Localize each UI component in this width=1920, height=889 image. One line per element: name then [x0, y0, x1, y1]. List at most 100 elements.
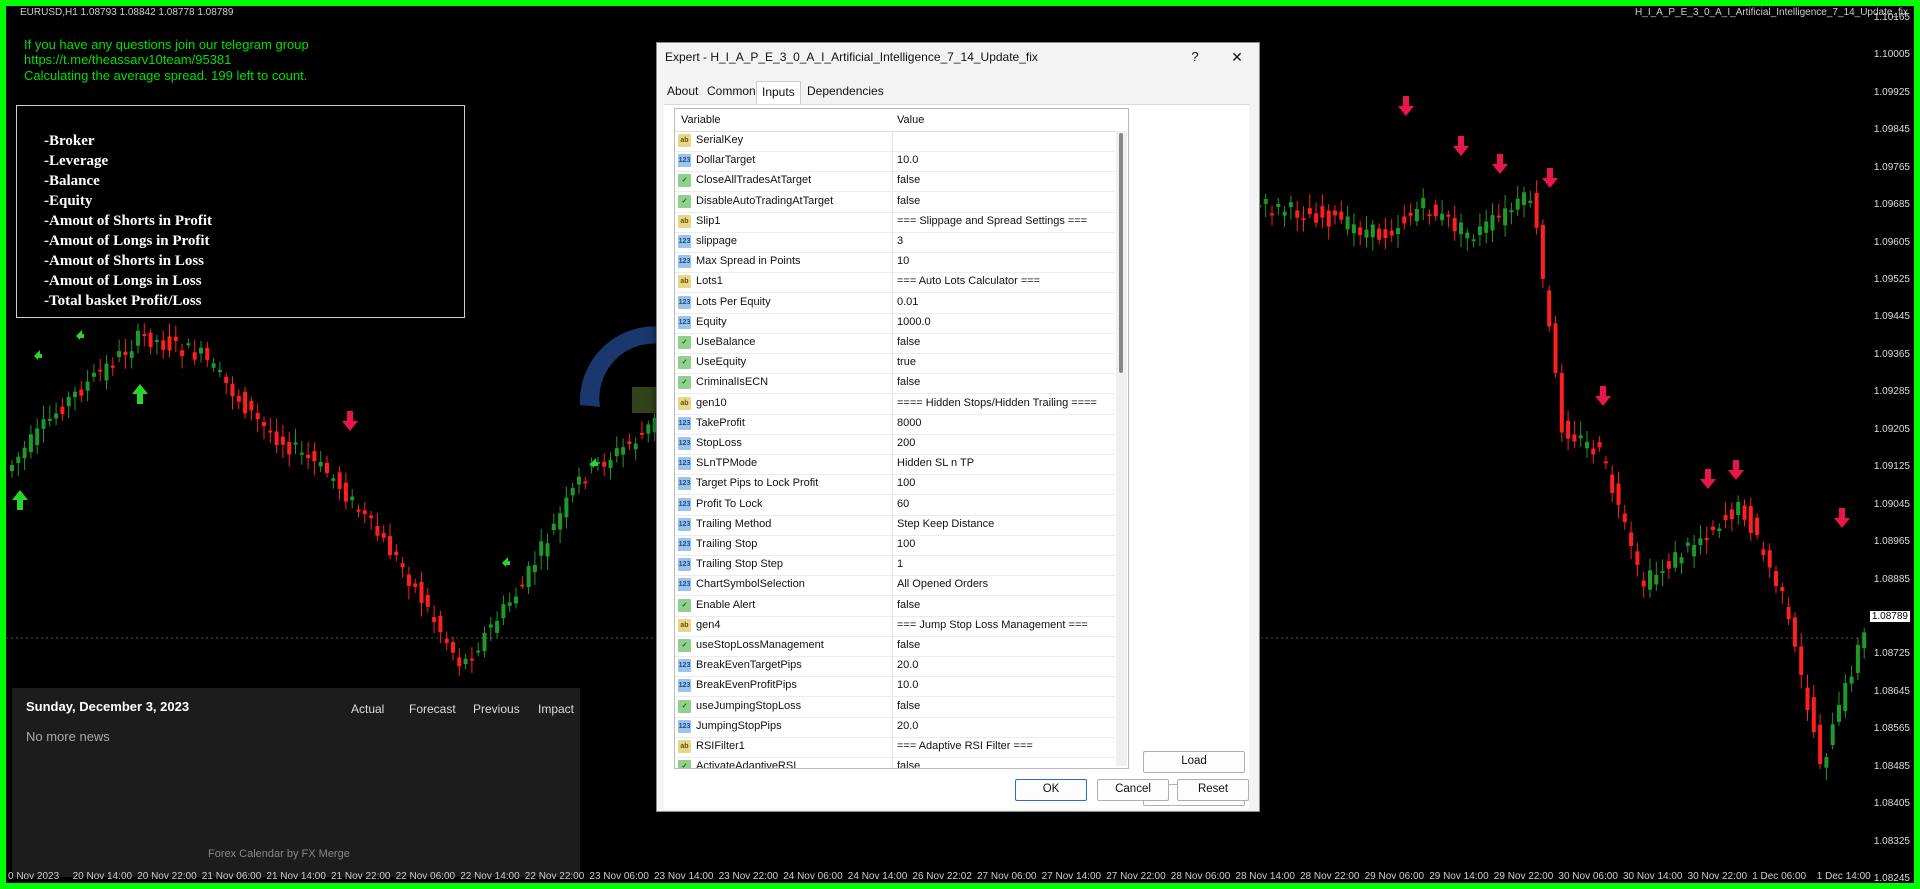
tab-dependencies[interactable]: Dependencies: [802, 81, 889, 103]
input-row[interactable]: 123 JumpingStopPips 20.0: [675, 716, 1115, 738]
input-row[interactable]: ✓ useStopLossManagement false: [675, 636, 1115, 657]
candle-body: [318, 461, 323, 467]
input-row[interactable]: 123 ChartSymbolSelection All Opened Orders: [675, 575, 1115, 597]
input-value[interactable]: === Auto Lots Calculator ===: [897, 275, 1040, 287]
candle-body: [1484, 221, 1489, 233]
candle-body: [1786, 606, 1791, 620]
candle-body: [1339, 211, 1344, 220]
price-label: 1.08565: [1873, 723, 1910, 735]
buy-arrow-icon: [132, 384, 148, 404]
input-value[interactable]: false: [897, 599, 920, 611]
input-row[interactable]: ✓ UseBalance false: [675, 333, 1115, 354]
input-row[interactable]: 123 SLnTPMode Hidden SL n TP: [675, 454, 1115, 476]
input-row[interactable]: 123 Equity 1000.0: [675, 312, 1115, 334]
column-variable[interactable]: Variable: [681, 114, 721, 126]
vertical-scrollbar[interactable]: [1116, 131, 1127, 766]
input-value[interactable]: === Jump Stop Loss Management ===: [897, 619, 1088, 631]
input-row[interactable]: ✓ ActivateAdaptiveRSI false: [675, 757, 1115, 768]
input-row[interactable]: 123 Lots Per Equity 0.01: [675, 292, 1115, 314]
input-variable-name: Lots Per Equity: [696, 295, 771, 308]
input-value[interactable]: false: [897, 700, 920, 712]
cancel-button[interactable]: Cancel: [1097, 779, 1169, 801]
input-row[interactable]: ab RSIFilter1 === Adaptive RSI Filter ===: [675, 737, 1115, 758]
load-button[interactable]: Load: [1143, 751, 1245, 773]
input-value[interactable]: 0.01: [897, 296, 918, 308]
input-row[interactable]: 123 slippage 3: [675, 232, 1115, 253]
help-button[interactable]: ?: [1185, 47, 1205, 67]
reset-button[interactable]: Reset: [1177, 779, 1249, 801]
input-row[interactable]: 123 TakeProfit 8000: [675, 413, 1115, 435]
input-row[interactable]: ✓ CriminalIsECN false: [675, 373, 1115, 395]
input-value[interactable]: ==== Hidden Stops/Hidden Trailing ====: [897, 397, 1097, 409]
inputs-table[interactable]: Variable Value ab SerialKey 123 DollarTarge…: [674, 108, 1129, 769]
candle-body: [1692, 545, 1697, 557]
candle-body: [1641, 580, 1646, 587]
input-row[interactable]: 123 Trailing Stop Step 1: [675, 555, 1115, 577]
input-row[interactable]: 123 Profit To Lock 60: [675, 494, 1115, 516]
input-value[interactable]: false: [897, 760, 920, 768]
input-row[interactable]: 123 Trailing Stop 100: [675, 535, 1115, 556]
input-row[interactable]: ✓ DisableAutoTradingAtTarget false: [675, 191, 1115, 213]
input-value[interactable]: false: [897, 639, 920, 651]
input-value[interactable]: true: [897, 356, 916, 368]
input-row[interactable]: 123 BreakEvenProfitPips 10.0: [675, 676, 1115, 698]
candle-body: [1629, 532, 1634, 546]
input-row[interactable]: ab gen10 ==== Hidden Stops/Hidden Trailing…: [675, 393, 1115, 415]
input-value[interactable]: 3: [897, 235, 903, 247]
close-icon[interactable]: ✕: [1226, 47, 1248, 67]
input-row[interactable]: 123 DollarTarget 10.0: [675, 151, 1115, 173]
input-row[interactable]: ✓ useJumpingStopLoss false: [675, 696, 1115, 718]
input-value[interactable]: false: [897, 174, 920, 186]
input-row[interactable]: 123 Target Pips to Lock Profit 100: [675, 474, 1115, 496]
input-row[interactable]: ab Lots1 === Auto Lots Calculator ===: [675, 272, 1115, 294]
scrollbar-thumb[interactable]: [1119, 133, 1123, 373]
input-value[interactable]: Step Keep Distance: [897, 518, 994, 530]
input-value[interactable]: === Adaptive RSI Filter ===: [897, 740, 1033, 752]
input-value[interactable]: 1000.0: [897, 316, 931, 328]
ok-button[interactable]: OK: [1015, 779, 1087, 801]
input-value[interactable]: 1: [897, 558, 903, 570]
tab-about[interactable]: About: [662, 81, 703, 103]
input-value[interactable]: 200: [897, 437, 915, 449]
input-row[interactable]: ab gen4 === Jump Stop Loss Management ===: [675, 615, 1115, 637]
input-row[interactable]: ab SerialKey: [675, 131, 1115, 152]
candle-body: [41, 419, 46, 429]
input-value[interactable]: false: [897, 376, 920, 388]
input-row[interactable]: 123 BreakEvenTargetPips 20.0: [675, 656, 1115, 678]
input-row[interactable]: ✓ UseEquity true: [675, 353, 1115, 375]
input-row[interactable]: 123 StopLoss 200: [675, 434, 1115, 455]
tab-common[interactable]: Common: [702, 81, 761, 103]
input-row[interactable]: ✓ CloseAllTradesAtTarget false: [675, 171, 1115, 193]
input-value[interactable]: false: [897, 195, 920, 207]
candle-body: [640, 432, 644, 435]
input-variable-name: Trailing Method: [696, 517, 772, 530]
input-variable-name: Slip1: [696, 214, 721, 227]
input-value[interactable]: 100: [897, 477, 915, 489]
input-value[interactable]: 100: [897, 538, 915, 550]
candle-body: [1364, 229, 1369, 238]
input-value[interactable]: 10: [897, 255, 909, 267]
input-value[interactable]: false: [897, 336, 920, 348]
price-label: 1.08725: [1873, 648, 1910, 660]
input-row[interactable]: ab Slip1 === Slippage and Spread Settings …: [675, 211, 1115, 233]
column-divider: [892, 514, 893, 535]
input-value[interactable]: 20.0: [897, 720, 918, 732]
input-value[interactable]: 10.0: [897, 154, 918, 166]
input-row[interactable]: 123 Max Spread in Points 10: [675, 252, 1115, 274]
input-value[interactable]: 8000: [897, 417, 921, 429]
string-type-icon: ab: [678, 740, 691, 753]
input-variable-name: gen4: [696, 618, 721, 631]
input-value[interactable]: 60: [897, 498, 909, 510]
column-value[interactable]: Value: [897, 114, 924, 126]
input-value[interactable]: 20.0: [897, 659, 918, 671]
candle-body: [1572, 434, 1577, 442]
input-value[interactable]: Hidden SL n TP: [897, 457, 974, 469]
input-row[interactable]: 123 Trailing Method Step Keep Distance: [675, 514, 1115, 536]
input-row[interactable]: ✓ Enable Alert false: [675, 595, 1115, 617]
input-value[interactable]: === Slippage and Spread Settings ===: [897, 215, 1087, 227]
tab-inputs[interactable]: Inputs: [756, 81, 801, 104]
input-value[interactable]: All Opened Orders: [897, 578, 988, 590]
input-value[interactable]: 10.0: [897, 679, 918, 691]
small-buy-arrow-icon: [502, 557, 510, 567]
telegram-link[interactable]: https://t.me/theassarv10team/95381: [24, 52, 231, 67]
